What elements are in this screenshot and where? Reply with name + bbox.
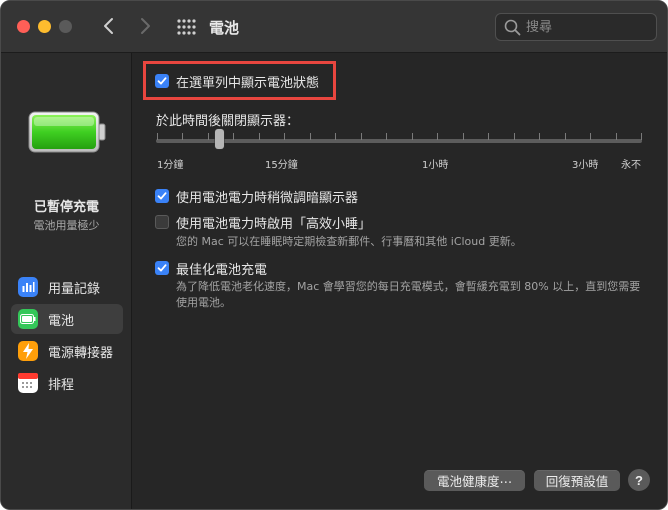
slider-tick	[488, 133, 489, 140]
minimize-window-button[interactable]	[38, 20, 51, 33]
power-nap-label: 使用電池電力時啟用「高效小睡」	[176, 217, 372, 232]
optimized-charging-description: 為了降低電池老化速度，Mac 會學習您的每日充電模式，會暫緩充電到 80% 以上…	[176, 280, 641, 309]
show-in-menu-bar-checkbox[interactable]	[155, 74, 169, 88]
sidebar-item-schedule[interactable]: 排程	[11, 368, 123, 398]
sidebar-item-label: 用量記錄	[48, 281, 101, 297]
sidebar: 已暫停充電 電池用量極少 用量記錄 電池 電源轉接器 排程	[1, 53, 132, 509]
sidebar-item-label: 排程	[48, 377, 75, 393]
battery-usage-subtitle: 電池用量極少	[33, 219, 100, 232]
slider-tick	[590, 133, 591, 140]
tick-label-1min: 1分鐘	[157, 160, 184, 171]
slider-tick	[284, 133, 285, 140]
chevron-left-icon	[104, 18, 113, 34]
slider-tick	[361, 133, 362, 140]
tick-label-never: 永不	[621, 160, 641, 171]
lightning-bolt-icon	[18, 341, 38, 361]
slider-tick	[412, 133, 413, 140]
window-title: 電池	[209, 19, 240, 37]
help-button[interactable]: ?	[628, 469, 650, 491]
slider-tick	[386, 133, 387, 140]
checkmark-icon	[157, 77, 167, 85]
tick-label-15min: 15分鐘	[265, 160, 298, 171]
sidebar-item-label: 電源轉接器	[48, 345, 114, 361]
battery-health-button[interactable]: 電池健康度⋯	[424, 470, 525, 491]
grid-icon	[177, 19, 196, 35]
show-in-menu-bar-label: 在選單列中顯示電池狀態	[176, 76, 320, 91]
slider-tick	[514, 133, 515, 140]
sidebar-item-label: 電池	[48, 313, 75, 329]
dim-display-label: 使用電池電力時稍微調暗顯示器	[176, 191, 359, 206]
battery-status-icon	[28, 111, 106, 153]
power-nap-checkbox[interactable]	[155, 215, 169, 229]
preferences-window: 電池 搜尋 已暫停充電 電池用量極少 用量記錄 電池 電源轉接器 排程 在選單列…	[0, 0, 668, 510]
battery-settings-pane: 在選單列中顯示電池狀態 於此時間後關閉顯示器： 1分鐘 15分鐘 1小時 3小時…	[133, 53, 667, 509]
search-input[interactable]	[526, 18, 650, 36]
slider-tick	[208, 133, 209, 140]
slider-tick	[565, 133, 566, 140]
back-button[interactable]	[98, 15, 120, 37]
forward-button[interactable]	[134, 15, 156, 37]
dim-display-checkbox[interactable]	[155, 189, 169, 203]
optimized-charging-label: 最佳化電池充電	[176, 263, 268, 278]
calendar-icon	[18, 373, 38, 393]
tick-label-1hour: 1小時	[422, 160, 449, 171]
slider-tick	[335, 133, 336, 140]
slider-tick	[182, 133, 183, 140]
title-bar: 電池	[1, 1, 667, 53]
slider-tick	[641, 133, 642, 140]
slider-tick	[157, 133, 158, 140]
slider-tick	[463, 133, 464, 140]
slider-tick	[437, 133, 438, 140]
display-off-slider-knob[interactable]	[215, 129, 224, 149]
search-field[interactable]	[495, 13, 657, 41]
power-nap-description: 您的 Mac 可以在睡眠時定期檢查新郵件、行事曆和其他 iCloud 更新。	[176, 235, 522, 248]
slider-tick	[616, 133, 617, 140]
checkmark-icon	[157, 192, 167, 200]
close-window-button[interactable]	[17, 20, 30, 33]
display-off-label: 於此時間後關閉顯示器：	[156, 114, 300, 129]
slider-tick	[233, 133, 234, 140]
checkmark-icon	[157, 264, 167, 272]
optimized-charging-checkbox[interactable]	[155, 261, 169, 275]
charging-status-title: 已暫停充電	[33, 200, 99, 215]
sidebar-item-battery[interactable]: 電池	[11, 304, 123, 334]
sidebar-item-usage-history[interactable]: 用量記錄	[11, 272, 123, 302]
show-all-button[interactable]	[176, 17, 196, 37]
slider-tick	[310, 133, 311, 140]
sidebar-item-power-adapter[interactable]: 電源轉接器	[11, 336, 123, 366]
slider-tick	[539, 133, 540, 140]
search-icon	[504, 19, 521, 36]
restore-defaults-button[interactable]: 回復預設值	[534, 470, 620, 491]
zoom-window-button[interactable]	[59, 20, 72, 33]
chevron-right-icon	[141, 18, 150, 34]
slider-tick	[259, 133, 260, 140]
display-off-slider-track[interactable]	[156, 139, 642, 143]
bar-chart-icon	[18, 277, 38, 297]
battery-icon	[18, 309, 38, 329]
tick-label-3hours: 3小時	[572, 160, 599, 171]
